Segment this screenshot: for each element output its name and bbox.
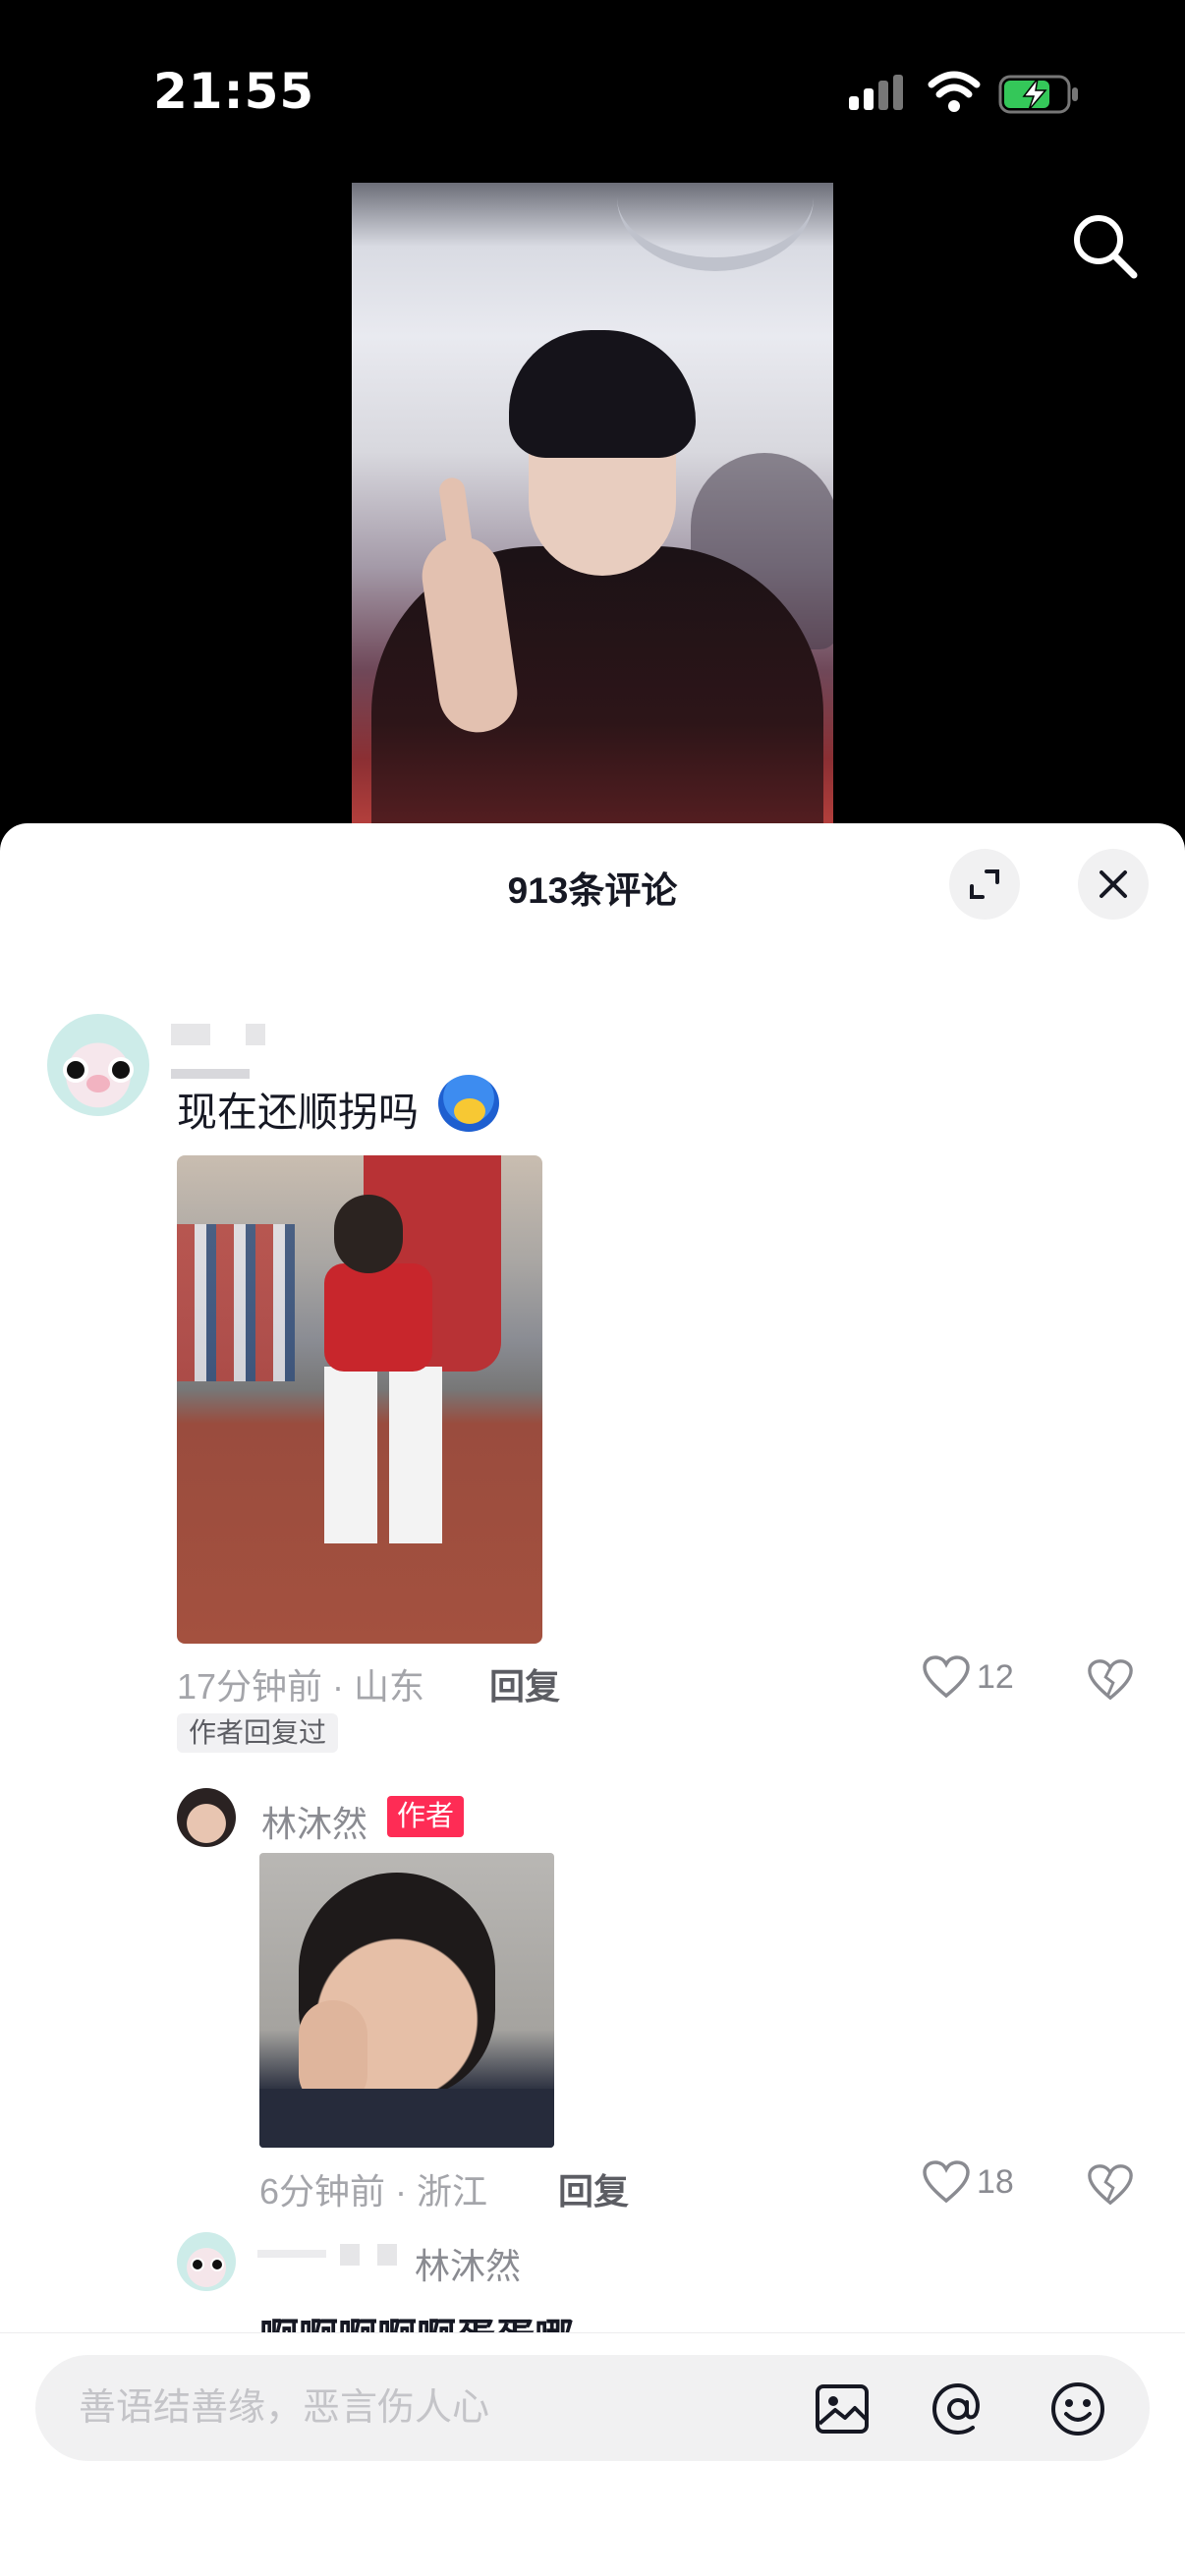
at-mention-icon[interactable] <box>928 2379 988 2439</box>
commenter-avatar[interactable] <box>47 1014 149 1116</box>
dislike-icon[interactable] <box>1087 2161 1134 2209</box>
reply-button[interactable]: 回复 <box>558 2163 629 2214</box>
close-button[interactable] <box>1078 849 1149 920</box>
battery-charging-icon <box>998 75 1078 114</box>
comment-image[interactable] <box>177 1155 542 1644</box>
author-name[interactable]: 林沐然 <box>261 1796 367 1847</box>
heart-icon <box>923 1655 970 1699</box>
like-count: 18 <box>977 2162 1014 2201</box>
search-icon[interactable] <box>1067 208 1142 283</box>
sub-reply-avatar[interactable] <box>177 2232 236 2291</box>
emoji-sticker-icon <box>438 1075 499 1132</box>
like-button[interactable]: 12 <box>922 1654 1014 1700</box>
reply-to-name[interactable]: 林沐然 <box>415 2238 521 2289</box>
expand-icon <box>970 869 999 899</box>
dislike-icon[interactable] <box>1087 1656 1134 1704</box>
like-button[interactable]: 18 <box>922 2159 1014 2205</box>
cellular-signal-icon <box>849 75 903 110</box>
emoji-icon[interactable] <box>1047 2379 1108 2439</box>
like-count: 12 <box>977 1657 1014 1696</box>
comments-panel: 913条评论 现在还顺拐吗 17分钟前 · 山东 回复 12 作者回复过 林沐然… <box>0 823 1185 2576</box>
reply-image[interactable] <box>259 1853 554 2148</box>
author-badge: 作者 <box>387 1796 465 1837</box>
wifi-icon <box>928 71 981 112</box>
heart-icon <box>923 2160 970 2204</box>
status-bar: 21:55 <box>0 0 1185 177</box>
reply-button[interactable]: 回复 <box>489 1658 560 1709</box>
comment-input[interactable] <box>79 2355 786 2461</box>
status-time: 21:55 <box>153 63 315 120</box>
video-player[interactable] <box>352 183 833 823</box>
comment-input-container[interactable] <box>35 2355 1150 2461</box>
author-avatar[interactable] <box>177 1788 236 1847</box>
comment-time-location: 17分钟前 · 山东 <box>177 1666 425 1707</box>
expand-button[interactable] <box>949 849 1020 920</box>
close-icon <box>1100 870 1127 898</box>
sub-reply-user-name[interactable] <box>257 2250 326 2258</box>
commenter-name[interactable] <box>171 1024 210 1045</box>
image-icon[interactable] <box>812 2379 873 2439</box>
reply-time-location: 6分钟前 · 浙江 <box>259 2171 488 2212</box>
author-replied-tag: 作者回复过 <box>177 1713 339 1753</box>
comment-input-bar <box>0 2332 1185 2576</box>
comment-text: 现在还顺拐吗 <box>177 1090 419 1135</box>
